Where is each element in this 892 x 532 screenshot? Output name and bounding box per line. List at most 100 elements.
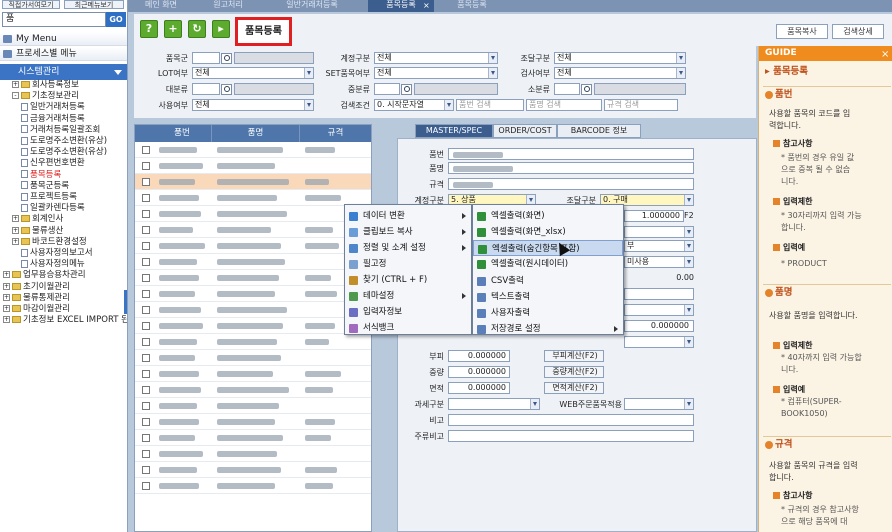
table-row[interactable] xyxy=(135,158,371,174)
group-code-field[interactable] xyxy=(192,52,220,64)
add-button[interactable]: + xyxy=(164,20,182,38)
export-menu-item[interactable]: 사용자출력 xyxy=(473,305,623,321)
row-checkbox[interactable] xyxy=(142,306,150,314)
grid-header-code[interactable]: 품번 xyxy=(153,125,211,142)
weight-calc-button[interactable]: 중량계산(F2) xyxy=(544,366,604,378)
detail-name-field[interactable] xyxy=(448,162,694,174)
tree-item[interactable]: 금융거래처등록 xyxy=(21,114,85,125)
close-guide-icon[interactable]: × xyxy=(881,49,889,60)
table-row[interactable] xyxy=(135,302,371,318)
tree-item[interactable]: + 물류통제관리 xyxy=(3,293,70,304)
table-row[interactable] xyxy=(135,446,371,462)
close-tab-icon[interactable]: × xyxy=(423,1,430,10)
table-row[interactable] xyxy=(135,206,371,222)
detail-field-a[interactable] xyxy=(624,226,694,238)
expand-icon[interactable]: + xyxy=(3,316,10,324)
table-row[interactable] xyxy=(135,270,371,286)
area-calc-button[interactable]: 면적계산(F2) xyxy=(544,382,604,394)
search-icon[interactable] xyxy=(401,84,412,95)
row-checkbox[interactable] xyxy=(142,274,150,282)
expand-icon[interactable]: + xyxy=(12,81,19,88)
table-row[interactable] xyxy=(135,334,371,350)
mid-code-field[interactable] xyxy=(374,83,400,95)
export-menu-item[interactable]: 엑셀출력(화면_xlsx) xyxy=(473,224,623,240)
tree-item[interactable]: - 기초정보관리 xyxy=(12,91,79,102)
tab-master-spec[interactable]: MASTER/SPEC xyxy=(415,124,493,138)
tab-order-cost[interactable]: ORDER/COST xyxy=(493,124,557,138)
recent-menu-button[interactable]: 최근메뉴보기 xyxy=(64,0,124,9)
play-button[interactable]: ▸ xyxy=(212,20,230,38)
collapse-icon[interactable]: - xyxy=(12,92,19,100)
export-menu-item[interactable]: 텍스트출력 xyxy=(473,289,623,305)
tree-item[interactable]: 도로명주소변환(유상) xyxy=(21,147,107,158)
tree-item[interactable]: 사용자정의메뉴 xyxy=(21,259,85,270)
tree-item[interactable]: + 회사등록정보 xyxy=(12,80,79,91)
row-checkbox[interactable] xyxy=(142,354,150,362)
expand-icon[interactable]: + xyxy=(3,271,10,279)
tree-item[interactable]: 프로젝트등록 xyxy=(21,192,77,203)
row-checkbox[interactable] xyxy=(142,466,150,474)
export-menu-item[interactable]: 엑셀출력(원시데이터) xyxy=(473,256,623,272)
table-row[interactable] xyxy=(135,350,371,366)
detail-code-field[interactable] xyxy=(448,148,694,160)
table-row[interactable] xyxy=(135,222,371,238)
vol-field[interactable]: 0.000000 xyxy=(448,350,510,362)
tree-item[interactable]: 일반거래처등록 xyxy=(21,102,85,113)
row-checkbox[interactable] xyxy=(142,146,150,154)
tree-item[interactable]: 신우편번호변환 xyxy=(21,158,85,169)
search-icon[interactable] xyxy=(581,84,592,95)
direct-go-button[interactable]: 직접가서여모기 xyxy=(2,0,60,9)
context-menu-item[interactable]: 찾기 (CTRL + F) xyxy=(345,272,471,288)
help-button[interactable]: ? xyxy=(140,20,158,38)
search-icon[interactable] xyxy=(221,53,232,64)
table-row[interactable] xyxy=(135,190,371,206)
expand-icon[interactable]: + xyxy=(12,215,19,223)
context-menu-item[interactable]: 데이터 변환 xyxy=(345,208,471,224)
refresh-button[interactable]: ↻ xyxy=(188,20,206,38)
go-button[interactable]: GO xyxy=(106,12,126,27)
tab-draft[interactable]: 원고처리 xyxy=(196,0,260,12)
context-menu-item[interactable]: 클립보드 복사 xyxy=(345,224,471,240)
expand-icon[interactable]: + xyxy=(3,282,10,290)
tree-item[interactable]: 사용자정의보고서 xyxy=(21,248,93,259)
tree-item[interactable]: + 물류생산 xyxy=(12,226,63,237)
factor-field[interactable]: 1.000000 xyxy=(624,210,684,222)
grid-header-spec[interactable]: 규격 xyxy=(299,125,371,142)
tree-item[interactable]: + 마감이월관리 xyxy=(3,304,70,315)
table-row[interactable] xyxy=(135,398,371,414)
detail-field-b[interactable] xyxy=(624,288,694,300)
context-menu-item[interactable]: 정렬 및 소계 설정 xyxy=(345,240,471,256)
tree-item[interactable]: + 기초정보 EXCEL IMPORT 된 xyxy=(3,315,127,326)
note-field[interactable] xyxy=(448,414,694,426)
tree-item[interactable]: 도로명주소변환(유상) xyxy=(21,136,107,147)
detail-field-d[interactable] xyxy=(624,336,694,348)
tree-item[interactable]: 거래처등록일괄조회 xyxy=(21,125,100,136)
detail-vol-r[interactable]: 0.000000 xyxy=(624,320,694,332)
table-row[interactable] xyxy=(135,382,371,398)
vol-calc-button[interactable]: 부피계산(F2) xyxy=(544,350,604,362)
expand-icon[interactable]: + xyxy=(3,305,10,312)
row-checkbox[interactable] xyxy=(142,226,150,234)
spec-search-input[interactable]: 규격 검색 xyxy=(604,99,678,111)
guide-section-spec[interactable]: 규격 xyxy=(763,436,891,452)
tree-item[interactable]: + 업무용승용차관리 xyxy=(3,270,86,281)
table-row[interactable] xyxy=(135,286,371,302)
table-row[interactable] xyxy=(135,430,371,446)
table-row[interactable] xyxy=(135,142,371,158)
system-menu-header[interactable]: 시스템관리 xyxy=(0,64,127,80)
tree-item[interactable]: 품목등록 xyxy=(21,170,61,181)
row-checkbox[interactable] xyxy=(142,322,150,330)
tax-select[interactable] xyxy=(448,398,540,410)
process-menu[interactable]: 프로세스별 메뉴 xyxy=(0,47,127,61)
row-checkbox[interactable] xyxy=(142,418,150,426)
tab-customer[interactable]: 일반거래처등록 xyxy=(262,0,362,12)
grid-header-check[interactable] xyxy=(135,125,153,142)
row-checkbox[interactable] xyxy=(142,210,150,218)
table-row[interactable] xyxy=(135,414,371,430)
tree-item[interactable]: 일괄카렌다등록 xyxy=(21,203,85,214)
table-row[interactable] xyxy=(135,366,371,382)
context-menu-item[interactable]: 테마설정 xyxy=(345,288,471,304)
code-search-input[interactable]: 품번 검색 xyxy=(456,99,524,111)
guide-section-name[interactable]: 품명 xyxy=(763,284,891,300)
search-icon[interactable] xyxy=(221,84,232,95)
